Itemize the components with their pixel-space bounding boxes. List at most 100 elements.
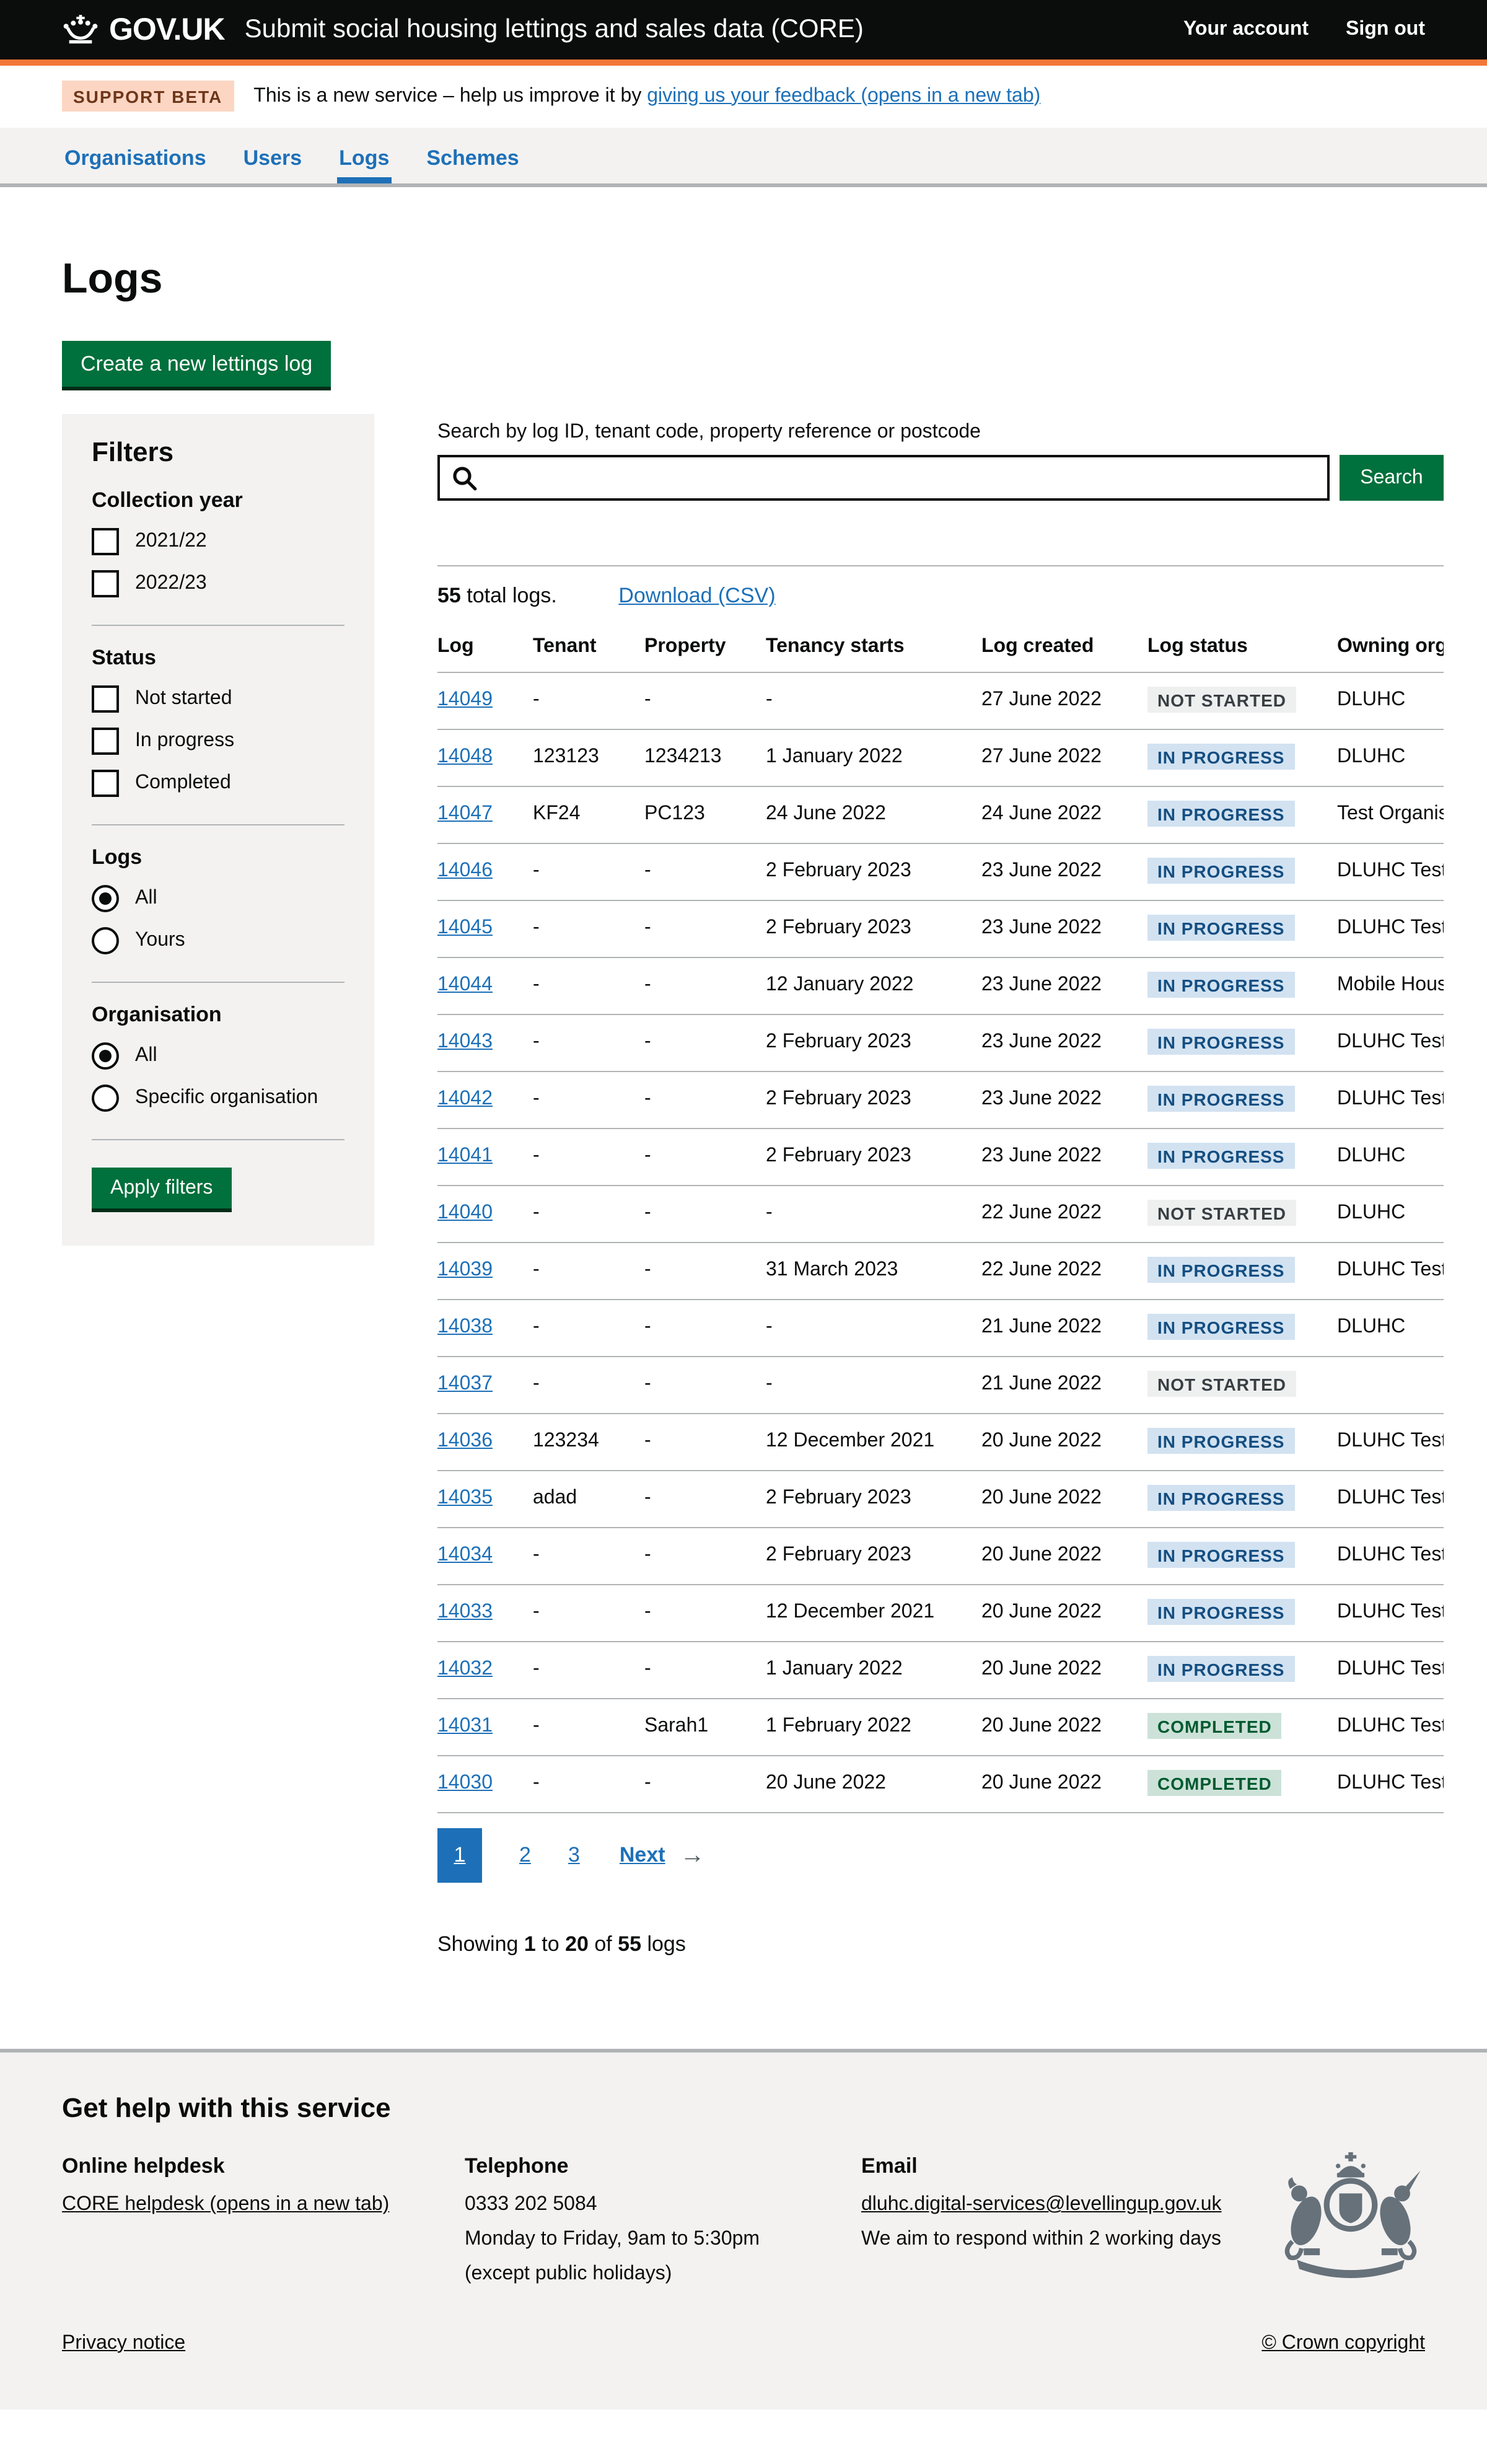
cell-log-created: 23 June 2022	[981, 900, 1147, 957]
log-link-14035[interactable]: 14035	[437, 1487, 493, 1508]
checkbox-icon[interactable]	[92, 570, 119, 597]
checkbox-icon[interactable]	[92, 728, 119, 755]
checkbox-collection-year-2022-23[interactable]: 2022/23	[92, 563, 344, 605]
cell-log-status: NOT STARTED	[1147, 1186, 1337, 1243]
download-csv-link[interactable]: Download (CSV)	[618, 584, 775, 607]
filters-title: Filters	[92, 436, 344, 469]
radio-icon[interactable]	[92, 927, 119, 954]
log-link-14042[interactable]: 14042	[437, 1088, 493, 1109]
radio-icon[interactable]	[92, 885, 119, 912]
service-name[interactable]: Submit social housing lettings and sales…	[245, 15, 864, 45]
log-link-14048[interactable]: 14048	[437, 746, 493, 767]
crown-copyright-link[interactable]: © Crown copyright	[1261, 2333, 1425, 2355]
nav-tab-schemes[interactable]: Schemes	[424, 146, 521, 183]
pagination-next-link[interactable]: Next	[620, 1843, 665, 1868]
cell-property: -	[644, 1528, 766, 1585]
cell-owning-organisation: DLUHC Test	[1337, 1585, 1444, 1642]
log-link-14030[interactable]: 14030	[437, 1772, 493, 1793]
cell-log-created: 27 June 2022	[981, 729, 1147, 786]
log-link-14031[interactable]: 14031	[437, 1715, 493, 1736]
cell-log-status: IN PROGRESS	[1147, 1300, 1337, 1357]
log-link-14036[interactable]: 14036	[437, 1430, 493, 1451]
footer-column-telephone: Telephone0333 202 5084Monday to Friday, …	[465, 2154, 861, 2298]
table-row: 14033--12 December 202120 June 2022IN PR…	[437, 1585, 1444, 1642]
table-row: 14030--20 June 202220 June 2022COMPLETED…	[437, 1756, 1444, 1813]
log-link-14040[interactable]: 14040	[437, 1202, 493, 1223]
status-badge: NOT STARTED	[1147, 1200, 1296, 1226]
footer-link-online-helpdesk[interactable]: CORE helpdesk (opens in a new tab)	[62, 2194, 389, 2215]
feedback-link[interactable]: giving us your feedback (opens in a new …	[647, 85, 1040, 106]
total-logs-count: 55	[437, 584, 461, 607]
checkbox-collection-year-2021-22[interactable]: 2021/22	[92, 521, 344, 563]
log-link-14044[interactable]: 14044	[437, 974, 493, 995]
table-row: 14043--2 February 202323 June 2022IN PRO…	[437, 1014, 1444, 1071]
create-lettings-log-button[interactable]: Create a new lettings log	[62, 341, 331, 387]
nav-tab-logs[interactable]: Logs	[336, 146, 392, 183]
nav-tab-organisations[interactable]: Organisations	[62, 146, 209, 183]
pagination-current-page[interactable]: 1	[437, 1828, 482, 1883]
footer-link-email[interactable]: dluhc.digital-services@levellingup.gov.u…	[861, 2194, 1222, 2215]
status-badge: IN PROGRESS	[1147, 972, 1295, 998]
checkbox-icon[interactable]	[92, 685, 119, 713]
radio-logs-yours[interactable]: Yours	[92, 920, 344, 962]
radio-icon[interactable]	[92, 1085, 119, 1112]
log-link-14043[interactable]: 14043	[437, 1031, 493, 1052]
status-badge: IN PROGRESS	[1147, 915, 1295, 941]
pagination-page-3[interactable]: 3	[568, 1843, 580, 1868]
log-link-14047[interactable]: 14047	[437, 803, 493, 824]
cell-log-status: COMPLETED	[1147, 1699, 1337, 1756]
log-link-14046[interactable]: 14046	[437, 860, 493, 881]
status-badge: IN PROGRESS	[1147, 1257, 1295, 1283]
log-link-14041[interactable]: 14041	[437, 1145, 493, 1166]
log-link-14039[interactable]: 14039	[437, 1259, 493, 1280]
radio-icon[interactable]	[92, 1042, 119, 1070]
cell-log-created: 20 June 2022	[981, 1585, 1147, 1642]
filter-divider	[92, 982, 344, 983]
checkbox-status-completed[interactable]: Completed	[92, 762, 344, 804]
filter-group-label-logs: Logs	[92, 845, 344, 870]
status-badge: NOT STARTED	[1147, 1371, 1296, 1397]
cell-property: -	[644, 1014, 766, 1071]
your-account-link[interactable]: Your account	[1183, 19, 1309, 41]
checkbox-icon[interactable]	[92, 770, 119, 797]
govuk-logo[interactable]: GOV.UK	[62, 12, 225, 48]
pagination: 1 23 Next →	[437, 1828, 1444, 1883]
search-input[interactable]	[437, 455, 1330, 501]
page-title: Logs	[62, 255, 1425, 304]
cell-tenancy-starts: 2 February 2023	[766, 1129, 981, 1186]
pagination-page-2[interactable]: 2	[519, 1843, 531, 1868]
search-button[interactable]: Search	[1340, 455, 1444, 501]
checkbox-icon[interactable]	[92, 528, 119, 555]
option-label: Completed	[135, 772, 231, 794]
log-link-14032[interactable]: 14032	[437, 1658, 493, 1679]
log-link-14045[interactable]: 14045	[437, 917, 493, 938]
radio-organisation-all[interactable]: All	[92, 1035, 344, 1077]
log-link-14034[interactable]: 14034	[437, 1544, 493, 1565]
sign-out-link[interactable]: Sign out	[1346, 19, 1425, 41]
cell-log-status: IN PROGRESS	[1147, 1585, 1337, 1642]
log-link-14049[interactable]: 14049	[437, 689, 493, 710]
checkbox-status-in-progress[interactable]: In progress	[92, 720, 344, 762]
log-link-14038[interactable]: 14038	[437, 1316, 493, 1337]
table-row: 14044--12 January 202223 June 2022IN PRO…	[437, 957, 1444, 1014]
beta-tag: SUPPORT BETA	[62, 81, 234, 112]
cell-property: -	[644, 1129, 766, 1186]
apply-filters-button[interactable]: Apply filters	[92, 1168, 231, 1208]
radio-organisation-specific-organisation[interactable]: Specific organisation	[92, 1077, 344, 1119]
option-label: Not started	[135, 688, 232, 710]
privacy-notice-link[interactable]: Privacy notice	[62, 2333, 185, 2355]
nav-tab-users[interactable]: Users	[241, 146, 305, 183]
log-link-14037[interactable]: 14037	[437, 1373, 493, 1394]
cell-tenancy-starts: -	[766, 672, 981, 729]
checkbox-status-not-started[interactable]: Not started	[92, 678, 344, 720]
table-row: 1404812312312342131 January 202227 June …	[437, 729, 1444, 786]
cell-property: -	[644, 1186, 766, 1243]
status-badge: NOT STARTED	[1147, 687, 1296, 713]
radio-logs-all[interactable]: All	[92, 878, 344, 920]
cell-property: -	[644, 672, 766, 729]
status-badge: IN PROGRESS	[1147, 744, 1295, 770]
log-link-14033[interactable]: 14033	[437, 1601, 493, 1622]
cell-tenant: -	[533, 1014, 644, 1071]
status-badge: IN PROGRESS	[1147, 1143, 1295, 1169]
cell-tenant: -	[533, 1357, 644, 1414]
